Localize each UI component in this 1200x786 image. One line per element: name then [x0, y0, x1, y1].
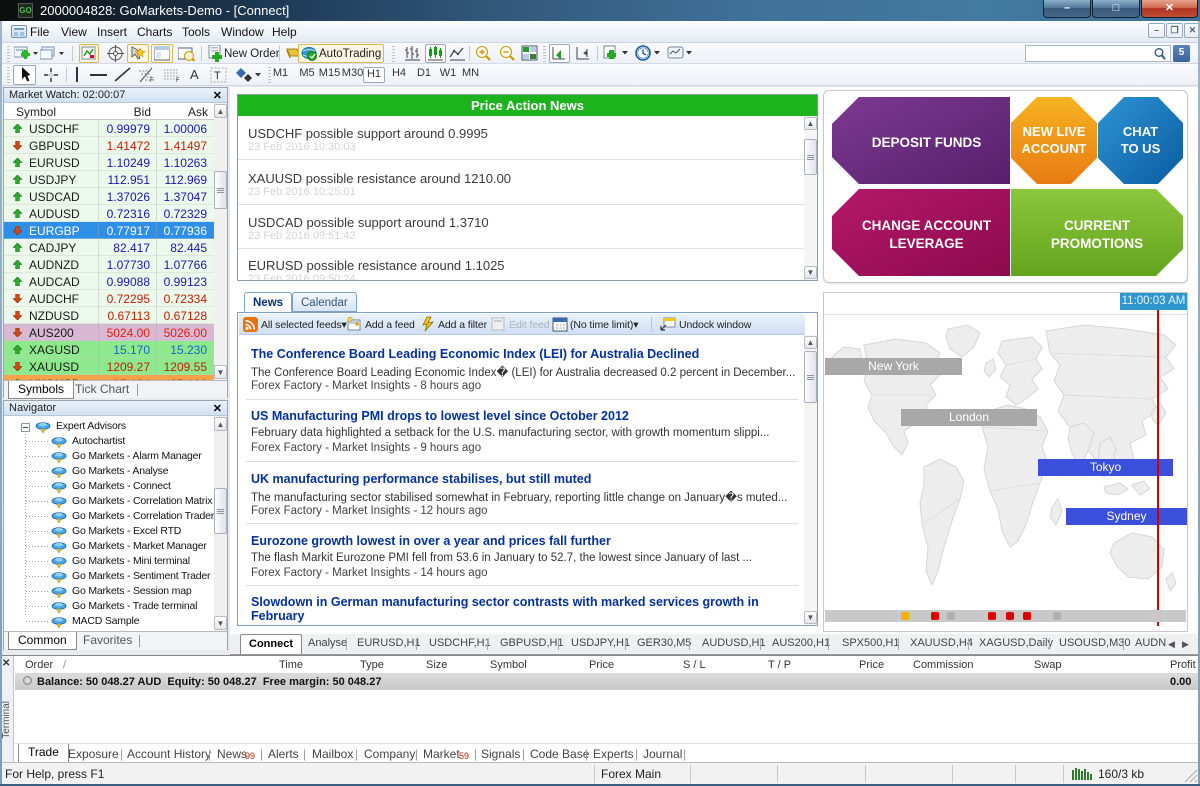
- svg-text:F: F: [150, 78, 154, 83]
- svg-text:F: F: [176, 78, 180, 83]
- svg-text:T: T: [214, 70, 221, 82]
